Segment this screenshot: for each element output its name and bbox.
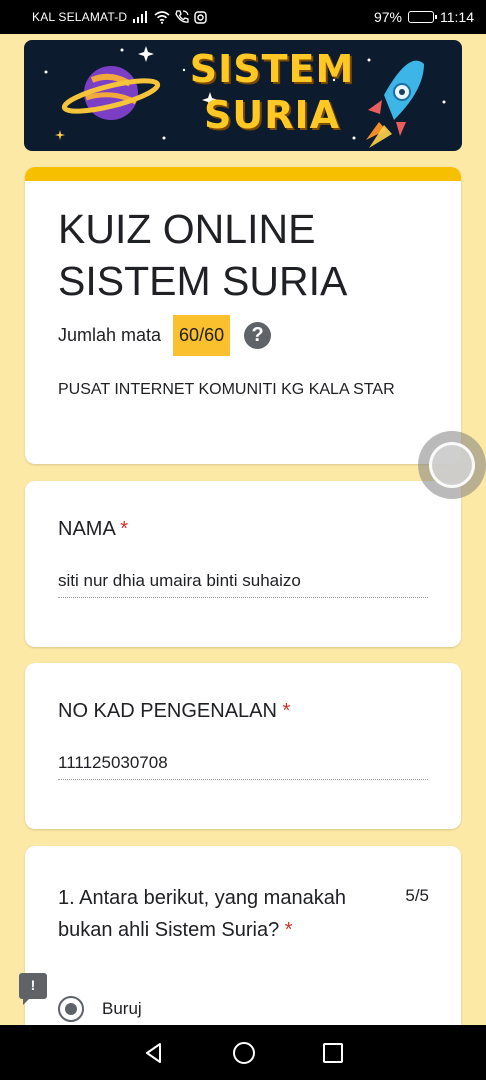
accent-bar bbox=[25, 167, 461, 181]
question-text-body: 1. Antara berikut, yang manakah bukan ah… bbox=[58, 887, 346, 941]
signal-icon bbox=[133, 11, 148, 23]
battery-icon bbox=[408, 11, 437, 23]
score-label: Jumlah mata bbox=[58, 325, 162, 345]
feedback-icon[interactable]: ! bbox=[19, 973, 47, 1005]
wifi-call-icon bbox=[175, 10, 189, 23]
ic-input[interactable]: 111125030708 bbox=[58, 753, 428, 780]
score-badge: 60/60 bbox=[173, 315, 231, 356]
required-mark: * bbox=[282, 700, 291, 722]
recents-icon[interactable] bbox=[322, 1042, 344, 1064]
radio-dot bbox=[65, 1003, 77, 1015]
name-field-card: NAMA * siti nur dhia umaira binti suhaiz… bbox=[25, 481, 461, 647]
ic-label: NO KAD PENGENALAN * bbox=[58, 700, 290, 723]
home-icon[interactable] bbox=[231, 1040, 257, 1066]
form-title: KUIZ ONLINE SISTEM SURIA bbox=[25, 181, 461, 307]
clock: 11:14 bbox=[440, 9, 474, 25]
question-card: 1. Antara berikut, yang manakah bukan ah… bbox=[25, 846, 461, 1046]
form-title-line2: SISTEM SURIA bbox=[58, 258, 348, 304]
question-text: 1. Antara berikut, yang manakah bukan ah… bbox=[58, 882, 388, 946]
option-item[interactable]: Buruj bbox=[58, 996, 142, 1022]
floating-assist-button[interactable] bbox=[418, 431, 486, 499]
banner-title-line2: SURIA bbox=[203, 93, 341, 137]
planet-icon bbox=[61, 66, 161, 120]
banner-title: SISTEM SURIA bbox=[172, 46, 372, 138]
carrier-name: KAL SELAMAT-D bbox=[32, 10, 128, 24]
header-banner: SISTEM SURIA bbox=[24, 40, 462, 151]
rocket-icon bbox=[366, 60, 424, 148]
required-mark: * bbox=[120, 518, 129, 540]
form-header-card: KUIZ ONLINE SISTEM SURIA Jumlah mata 60/… bbox=[25, 167, 461, 464]
wifi-icon bbox=[154, 10, 170, 24]
ic-label-text: NO KAD PENGENALAN bbox=[58, 700, 277, 722]
score-row: Jumlah mata 60/60 ? bbox=[25, 307, 461, 356]
option-label: Buruj bbox=[102, 999, 142, 1018]
ic-field-card: NO KAD PENGENALAN * 111125030708 bbox=[25, 663, 461, 829]
floating-assist-inner bbox=[429, 442, 475, 488]
name-label-text: NAMA bbox=[58, 518, 115, 540]
question-points: 5/5 bbox=[405, 886, 429, 905]
instagram-icon bbox=[194, 10, 207, 24]
radio-selected-icon[interactable] bbox=[58, 996, 84, 1022]
name-label: NAMA * bbox=[58, 518, 128, 541]
required-mark: * bbox=[284, 919, 293, 941]
status-bar: KAL SELAMAT-D 97% 11:14 bbox=[0, 0, 486, 34]
name-input[interactable]: siti nur dhia umaira binti suhaizo bbox=[58, 571, 428, 598]
status-icons bbox=[133, 10, 207, 24]
banner-title-line1: SISTEM bbox=[189, 47, 355, 91]
form-description: PUSAT INTERNET KOMUNITI KG KALA STAR bbox=[58, 381, 395, 398]
help-icon[interactable]: ? bbox=[244, 322, 272, 349]
battery-percent: 97% bbox=[373, 9, 402, 25]
form-title-line1: KUIZ ONLINE bbox=[58, 206, 316, 252]
back-icon[interactable] bbox=[142, 1041, 166, 1065]
navigation-bar bbox=[0, 1025, 486, 1080]
status-right: 97% 11:14 bbox=[374, 9, 474, 25]
